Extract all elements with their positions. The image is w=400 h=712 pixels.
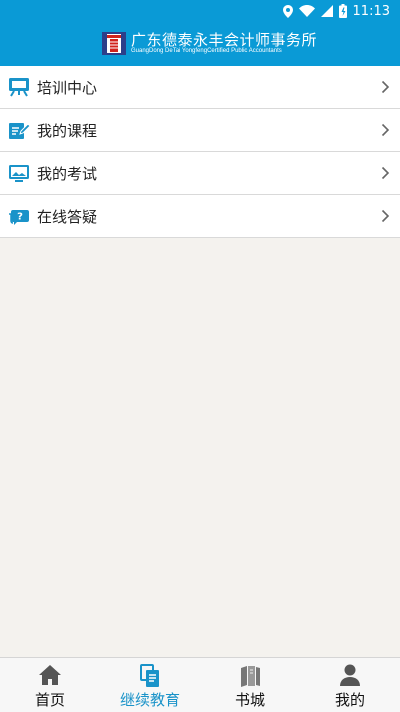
chevron-right-icon (381, 209, 390, 223)
menu-item-online-qa[interactable]: ? 在线答疑 (0, 195, 400, 238)
tab-label: 我的 (334, 691, 365, 709)
firm-logo-icon (102, 32, 126, 55)
menu-item-label: 我的考试 (37, 164, 98, 183)
user-icon (340, 664, 360, 686)
signal-icon (320, 5, 333, 17)
home-icon (39, 665, 61, 685)
chevron-right-icon (381, 80, 390, 94)
menu-item-label: 培训中心 (37, 78, 98, 97)
stacked-books-icon (140, 664, 159, 687)
header-subtitle: GuangDong DeTai YongfengCertified Public… (131, 48, 282, 54)
monitor-icon (9, 165, 29, 182)
bottom-tab-bar: 首页 继续教育 书城 我的 (0, 657, 400, 712)
app-header: 广东德泰永丰会计师事务所 GuangDong DeTai YongfengCer… (0, 22, 400, 66)
header-title: 广东德泰永丰会计师事务所 (131, 31, 318, 49)
tab-label: 首页 (34, 691, 65, 709)
chevron-right-icon (381, 123, 390, 137)
menu-item-my-courses[interactable]: 我的课程 (0, 109, 400, 152)
tab-bookstore[interactable]: 书城 (200, 658, 300, 712)
status-time: 11:13 (352, 3, 390, 19)
tab-label: 继续教育 (119, 691, 180, 709)
edit-document-icon (9, 123, 30, 139)
tab-continuing-education[interactable]: 继续教育 (100, 658, 200, 712)
tab-me[interactable]: 我的 (300, 658, 400, 712)
menu-item-label: 我的课程 (37, 121, 98, 140)
status-icons: 11:13 (282, 3, 390, 19)
tab-label: 书城 (234, 691, 265, 709)
menu-list: 培训中心 我的课程 我的考试 ? 在线答疑 (0, 66, 400, 238)
status-bar: 11:13 (0, 0, 400, 22)
menu-item-training-center[interactable]: 培训中心 (0, 66, 400, 109)
menu-item-my-exams[interactable]: 我的考试 (0, 152, 400, 195)
battery-icon (338, 4, 347, 18)
svg-text:?: ? (17, 212, 23, 223)
menu-item-label: 在线答疑 (37, 207, 98, 226)
wifi-icon (298, 5, 315, 17)
location-icon (282, 4, 293, 18)
question-chat-icon: ? (9, 210, 29, 225)
easel-icon (9, 78, 29, 97)
books-icon (241, 666, 260, 687)
tab-home[interactable]: 首页 (0, 658, 100, 712)
chevron-right-icon (381, 166, 390, 180)
